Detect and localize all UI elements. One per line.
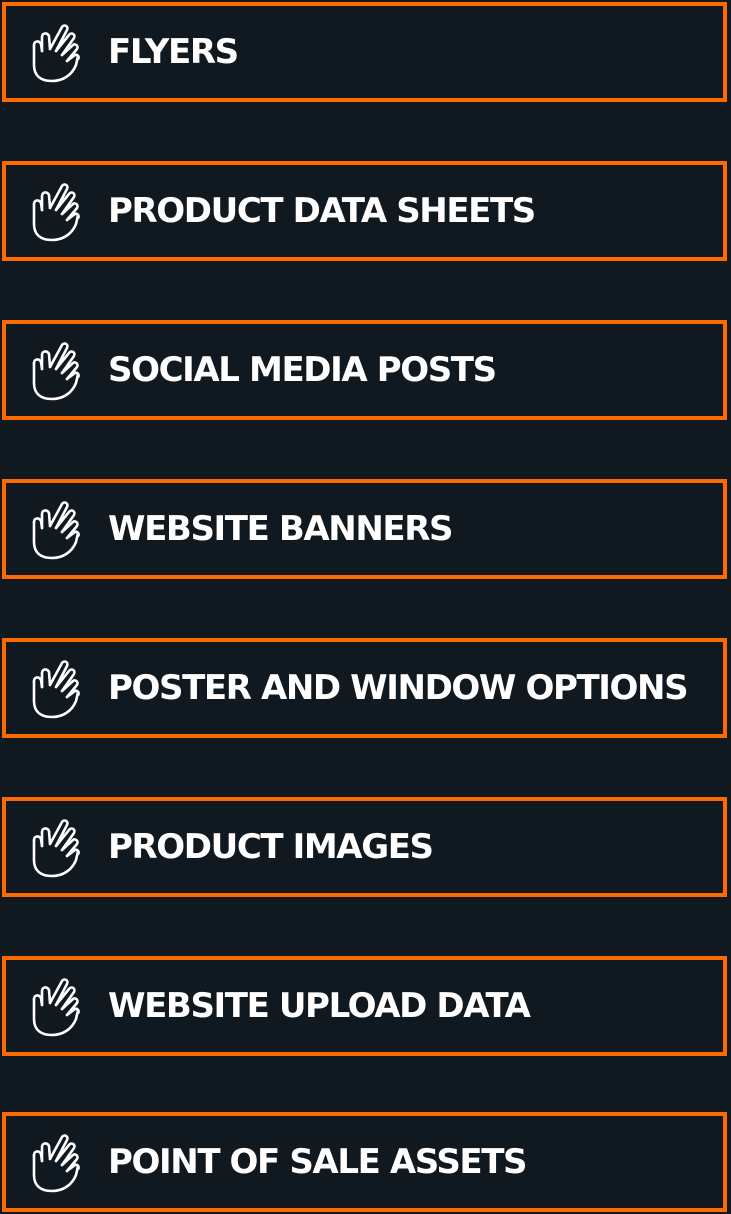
pointing-hand-icon <box>26 657 82 719</box>
pointing-hand-icon <box>26 339 82 401</box>
pointing-hand-icon <box>26 975 82 1037</box>
link-website-banners[interactable]: WEBSITE BANNERS <box>2 479 727 579</box>
link-label: SOCIAL MEDIA POSTS <box>108 350 497 390</box>
link-social-media-posts[interactable]: SOCIAL MEDIA POSTS <box>2 320 727 420</box>
pointing-hand-icon <box>26 1131 82 1193</box>
pointing-hand-icon <box>26 180 82 242</box>
link-label: POSTER AND WINDOW OPTIONS <box>108 668 689 708</box>
pointing-hand-icon <box>26 21 82 83</box>
link-label: WEBSITE UPLOAD DATA <box>108 986 531 1026</box>
link-flyers[interactable]: FLYERS <box>2 2 727 102</box>
link-product-data-sheets[interactable]: PRODUCT DATA SHEETS <box>2 161 727 261</box>
link-label: PRODUCT IMAGES <box>108 827 434 867</box>
pointing-hand-icon <box>26 498 82 560</box>
link-label: PRODUCT DATA SHEETS <box>108 191 536 231</box>
link-product-images[interactable]: PRODUCT IMAGES <box>2 797 727 897</box>
link-label: POINT OF SALE ASSETS <box>108 1142 528 1182</box>
link-website-upload-data[interactable]: WEBSITE UPLOAD DATA <box>2 956 727 1056</box>
link-poster-and-window-options[interactable]: POSTER AND WINDOW OPTIONS <box>2 638 727 738</box>
link-label: WEBSITE BANNERS <box>108 509 453 549</box>
asset-link-list: FLYERS PRODUCT DATA SHEETS SOCIAL MEDIA … <box>0 0 731 1214</box>
link-point-of-sale-assets[interactable]: POINT OF SALE ASSETS <box>2 1112 727 1212</box>
pointing-hand-icon <box>26 816 82 878</box>
link-label: FLYERS <box>108 32 239 72</box>
